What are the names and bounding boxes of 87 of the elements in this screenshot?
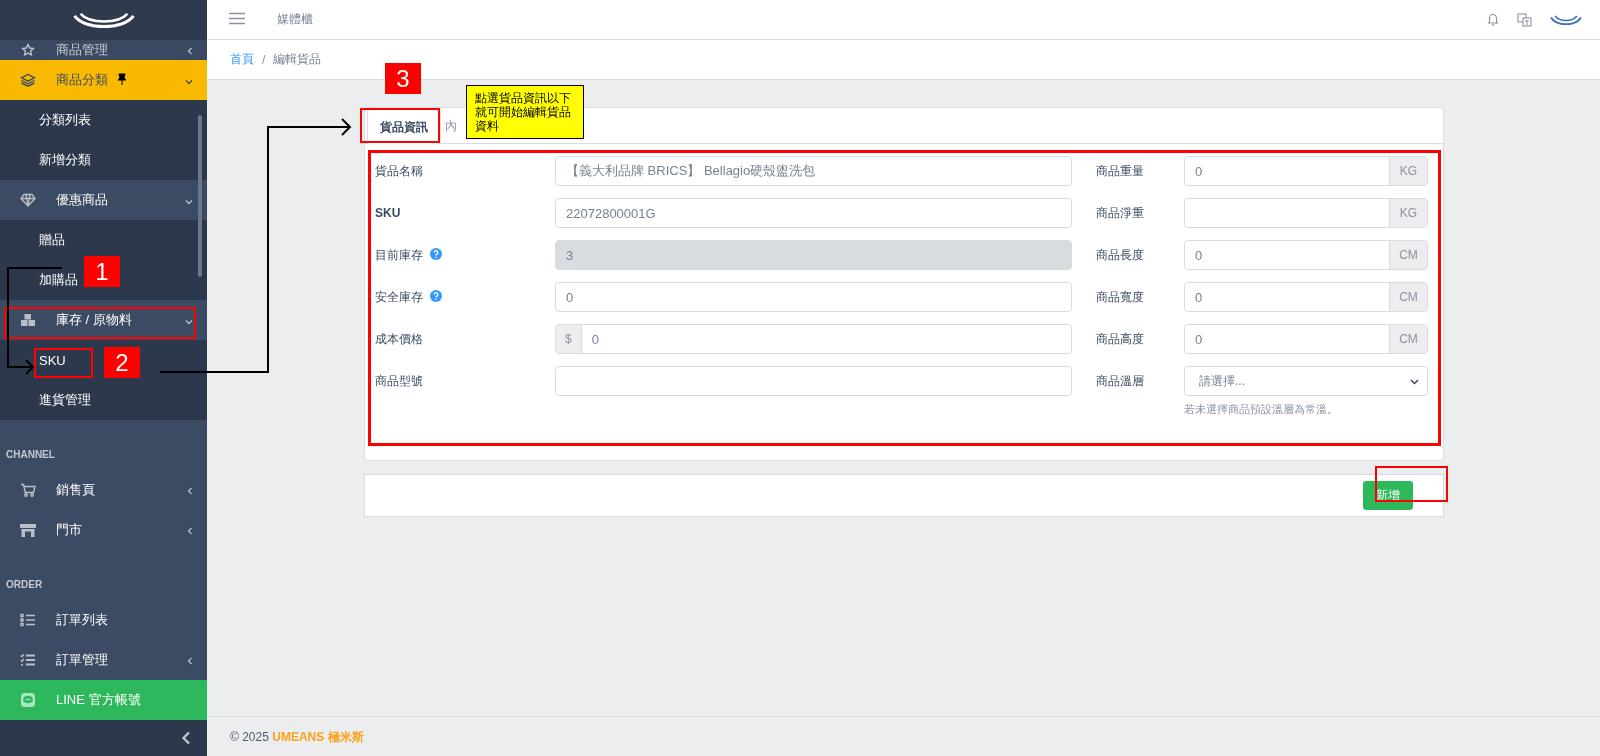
field-label: 商品長度 xyxy=(1096,246,1144,264)
page-title: 媒體櫃 xyxy=(277,11,314,28)
input-field[interactable]: 0 xyxy=(555,282,1072,312)
line-account-item[interactable]: LINE 官方帳號 xyxy=(0,680,207,720)
step-number: 3 xyxy=(385,63,421,94)
unit-label: CM xyxy=(1389,241,1427,269)
menu-item[interactable]: 庫存 / 原物料 xyxy=(0,300,207,340)
field-label: 商品溫層 xyxy=(1096,372,1144,390)
callout-note: 點選貨品資訊以下就可開始編輯貨品資料 xyxy=(466,85,584,139)
submenu-item[interactable]: 分類列表 xyxy=(39,111,91,129)
chat-bubble-icon xyxy=(20,692,36,708)
submenu-item[interactable]: SKU xyxy=(39,352,66,368)
input-group[interactable]: 0 CM xyxy=(1184,324,1428,354)
currency-label: $ xyxy=(556,325,582,353)
menu-item[interactable]: 銷售頁 xyxy=(0,470,207,510)
input-group[interactable]: $ 0 xyxy=(555,324,1072,354)
input-field[interactable]: 22072800001G xyxy=(555,198,1072,228)
section-heading: ORDER xyxy=(5,578,44,592)
chevron-left-icon xyxy=(187,526,193,535)
field-label: 商品高度 xyxy=(1096,330,1144,348)
select-field[interactable]: 請選擇... xyxy=(1184,366,1428,396)
input-field[interactable]: 0 xyxy=(581,325,1071,353)
boxes-icon xyxy=(20,313,36,327)
layers-icon xyxy=(20,73,36,87)
chevron-down-icon xyxy=(185,318,193,325)
submenu-item[interactable]: 加購品 xyxy=(39,271,78,289)
storefront-icon xyxy=(19,523,37,537)
field-label: 商品寬度 xyxy=(1096,288,1144,306)
cart-icon xyxy=(20,483,36,497)
input-group[interactable]: 0 CM xyxy=(1184,282,1428,312)
field-label: 目前庫存 xyxy=(375,246,423,264)
unit-label: KG xyxy=(1389,157,1427,185)
submenu-item[interactable]: 進貨管理 xyxy=(39,391,91,409)
input-field[interactable]: 【義大利品牌 BRICS】 Bellagio硬殼盥洗包 xyxy=(555,156,1072,186)
chevron-left-icon xyxy=(187,486,193,495)
bell-icon[interactable] xyxy=(1487,13,1499,26)
field-label: SKU xyxy=(375,206,401,220)
diamond-icon xyxy=(20,193,36,207)
unit-label: CM xyxy=(1389,283,1427,311)
breadcrumb-separator: / xyxy=(262,52,266,67)
checklist-icon xyxy=(20,653,36,667)
input-field[interactable]: 0 xyxy=(1185,283,1389,311)
step-number: 2 xyxy=(104,347,140,378)
hint-text: 若未選擇商品預設溫層為常溫。 xyxy=(1184,402,1339,417)
field-label: 商品重量 xyxy=(1096,162,1144,180)
field-label: 安全庫存 xyxy=(375,288,423,306)
breadcrumb-current: 編輯貨品 xyxy=(273,51,322,68)
add-button[interactable]: 新增 xyxy=(1363,481,1413,510)
input-field[interactable] xyxy=(555,366,1072,396)
tab[interactable]: 內 xyxy=(441,109,461,143)
menu-icon[interactable] xyxy=(229,11,245,25)
chevron-down-icon xyxy=(1410,379,1419,385)
section-heading: CHANNEL xyxy=(5,448,56,462)
menu-item[interactable]: 訂單管理 xyxy=(0,640,207,680)
input-group[interactable]: KG xyxy=(1184,198,1428,228)
field-label: 商品淨重 xyxy=(1096,204,1144,222)
step-number: 1 xyxy=(84,256,120,287)
star-icon xyxy=(21,43,35,57)
menu-item[interactable]: 門市 xyxy=(0,510,207,550)
unit-label: KG xyxy=(1389,199,1427,227)
input-field[interactable]: 0 xyxy=(1185,157,1389,185)
chevron-down-icon xyxy=(185,198,193,205)
field-label: 成本價格 xyxy=(375,330,423,348)
field-label: 商品型號 xyxy=(375,372,423,390)
logo-icon xyxy=(72,12,135,28)
scrollbar[interactable] xyxy=(198,115,202,277)
input-group[interactable]: 0 CM xyxy=(1184,240,1428,270)
footer-text: © 2025 UMEANS 極米斯 xyxy=(207,716,1600,756)
menu-item[interactable]: 優惠商品 xyxy=(0,180,207,220)
breadcrumb-link[interactable]: 首頁 xyxy=(230,51,254,68)
unit-label: CM xyxy=(1389,325,1427,353)
highlight-frame xyxy=(34,348,93,378)
input-field[interactable]: 0 xyxy=(1185,325,1389,353)
input-group[interactable]: 0 KG xyxy=(1184,156,1428,186)
list-icon xyxy=(20,613,36,627)
menu-item[interactable]: 商品分類 xyxy=(0,60,207,100)
field-label: 貨品名稱 xyxy=(375,162,423,180)
chevron-left-icon xyxy=(187,656,193,665)
chevron-left-icon xyxy=(187,46,193,55)
submenu-item[interactable]: 贈品 xyxy=(39,231,65,249)
logo-icon[interactable] xyxy=(1550,14,1582,25)
chevron-down-icon xyxy=(185,78,193,85)
submenu-item[interactable]: 新增分類 xyxy=(39,151,91,169)
menu-item[interactable]: 訂單列表 xyxy=(0,600,207,640)
collapse-icon[interactable] xyxy=(181,731,191,745)
input-field[interactable]: 0 xyxy=(1185,241,1389,269)
translate-icon[interactable] xyxy=(1517,12,1532,27)
